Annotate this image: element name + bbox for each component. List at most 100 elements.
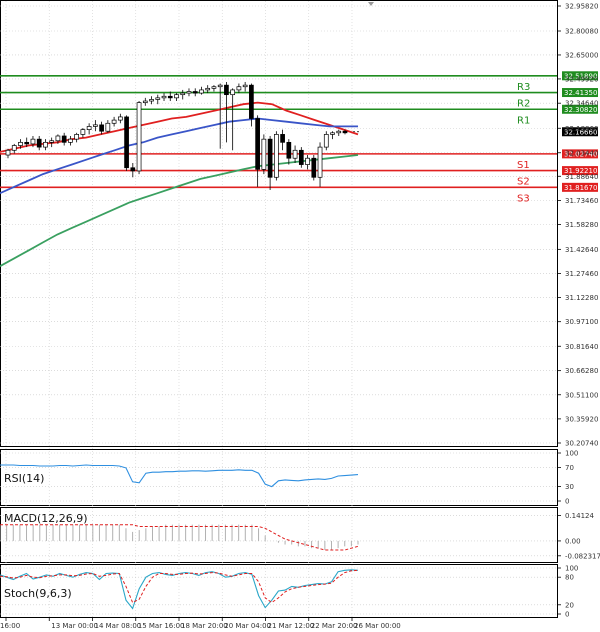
pivot-tag-value: 31.81670	[564, 184, 597, 192]
indicator-tick-label: 0	[565, 498, 569, 506]
indicator-tick-label: 0.14124	[565, 512, 594, 520]
price-tick-label: 30.51100	[565, 391, 598, 399]
indicator-tick-label: 0	[565, 611, 569, 619]
candle-body	[105, 122, 111, 132]
price-tick-label: 32.65000	[565, 51, 598, 59]
candle-body	[180, 92, 186, 96]
price-tick-label: 31.27460	[565, 270, 598, 278]
price-tick-label: 32.95820	[565, 3, 598, 11]
candle-body	[86, 126, 92, 130]
candle-body	[5, 149, 11, 156]
candle-body	[267, 138, 273, 178]
price-tick-label: 32.18860	[565, 125, 598, 133]
candle-body	[274, 134, 279, 178]
price-axis: 32.95820 32.80080 32.65000 32.49920 32.34640…	[557, 3, 598, 448]
candle-body	[224, 84, 229, 96]
candle-body	[55, 135, 61, 142]
indicator-name: MACD(12,26,9)	[4, 512, 88, 525]
time-tick-label: 22 Mar 20:00	[311, 622, 358, 630]
candle-body	[24, 141, 30, 145]
time-tick-label: 16:00	[0, 622, 20, 630]
indicator-tick-label: 30	[565, 483, 574, 491]
candle-body	[30, 138, 36, 145]
indicator-name: Stoch(9,6,3)	[4, 587, 72, 600]
candle-body	[192, 91, 198, 94]
pivot-label-r3: R3	[517, 82, 530, 93]
candle	[136, 101, 142, 175]
pivot-label-s2: S2	[517, 177, 530, 188]
indicator-name: RSI(14)	[4, 472, 44, 485]
candle	[274, 131, 279, 181]
price-tick-label: 31.42640	[565, 246, 598, 254]
candle-body	[18, 141, 23, 146]
candle-body	[80, 129, 86, 135]
pivot-label-r2: R2	[517, 99, 530, 110]
price-tick-label: 31.73460	[565, 197, 598, 205]
pivot-label-s3: S3	[517, 193, 530, 204]
candle-body	[330, 132, 335, 135]
candle	[298, 147, 304, 168]
indicator-tick-label: 100	[565, 565, 578, 573]
candle-body	[217, 84, 223, 88]
candle-body	[136, 102, 142, 172]
candle-body	[336, 130, 342, 134]
time-tick-label: 15 Mar 16:00	[138, 622, 185, 630]
candle-body	[36, 138, 42, 148]
candle-body	[305, 157, 310, 165]
candle-body	[311, 157, 317, 178]
price-tick-label: 32.49920	[565, 75, 598, 83]
price-tick-label: 30.66280	[565, 367, 598, 375]
candle-body	[280, 134, 285, 143]
candle-body	[292, 149, 298, 159]
price-tick-label: 30.35920	[565, 415, 598, 423]
candle-body	[211, 86, 217, 89]
candle-body	[117, 116, 123, 121]
pivot-label-s1: S1	[517, 160, 530, 171]
candle-body	[342, 130, 348, 134]
candle	[261, 134, 267, 175]
candle-body	[149, 99, 154, 102]
indicator-tick-label: 70	[565, 464, 574, 472]
time-tick-label: 14 Mar 08:00	[95, 622, 142, 630]
pivot-tag-value: 32.41350	[564, 89, 597, 97]
candle-body	[124, 116, 129, 169]
time-tick-label: 26 Mar 00:00	[354, 622, 401, 630]
price-tick-label: 30.81640	[565, 343, 598, 351]
time-tick-label: 20 Mar 04:00	[224, 622, 271, 630]
candle-body	[155, 97, 161, 100]
rsi-panel	[0, 449, 558, 506]
candle-body	[261, 138, 267, 170]
time-tick-label: 13 Mar 00:00	[51, 622, 98, 630]
time-tick-label: 21 Mar 12:00	[268, 622, 315, 630]
indicator-tick-label: 80	[565, 574, 574, 582]
candle-body	[43, 141, 48, 148]
price-tick-label: 32.34640	[565, 100, 598, 108]
candle	[323, 131, 329, 151]
price-tick-label: 30.20740	[565, 440, 598, 448]
price-tick-label: 32.03440	[565, 149, 598, 157]
chart-root: R332.51890R232.41350R132.30820S132.02740…	[0, 0, 600, 630]
price-tick-label: 31.58280	[565, 221, 598, 229]
time-tick-label: 18 Mar 20:00	[181, 622, 228, 630]
candle-body	[111, 119, 117, 124]
candle-body	[323, 134, 329, 148]
price-tick-label: 32.80080	[565, 28, 598, 36]
candle-body	[130, 167, 136, 172]
candle-body	[317, 146, 323, 178]
candle-body	[161, 95, 167, 99]
candle-body	[61, 135, 67, 143]
candle-body	[298, 149, 304, 165]
price-tick-label: 31.88640	[565, 173, 598, 181]
candle-body	[186, 91, 192, 94]
price-tick-label: 30.97100	[565, 318, 598, 326]
price-tick-label: 31.12280	[565, 294, 598, 302]
candle-body	[93, 124, 98, 127]
indicator-tick-label: 0.00	[565, 537, 581, 545]
candle-body	[205, 87, 211, 91]
time-axis: 16:00 13 Mar 00:0014 Mar 08:0015 Mar 16:0…	[0, 617, 401, 630]
candle-body	[99, 124, 104, 132]
indicator-tick-label: 20	[565, 601, 574, 609]
candle-body	[236, 86, 242, 91]
pivot-label-r1: R1	[517, 115, 530, 126]
candle	[124, 115, 129, 171]
